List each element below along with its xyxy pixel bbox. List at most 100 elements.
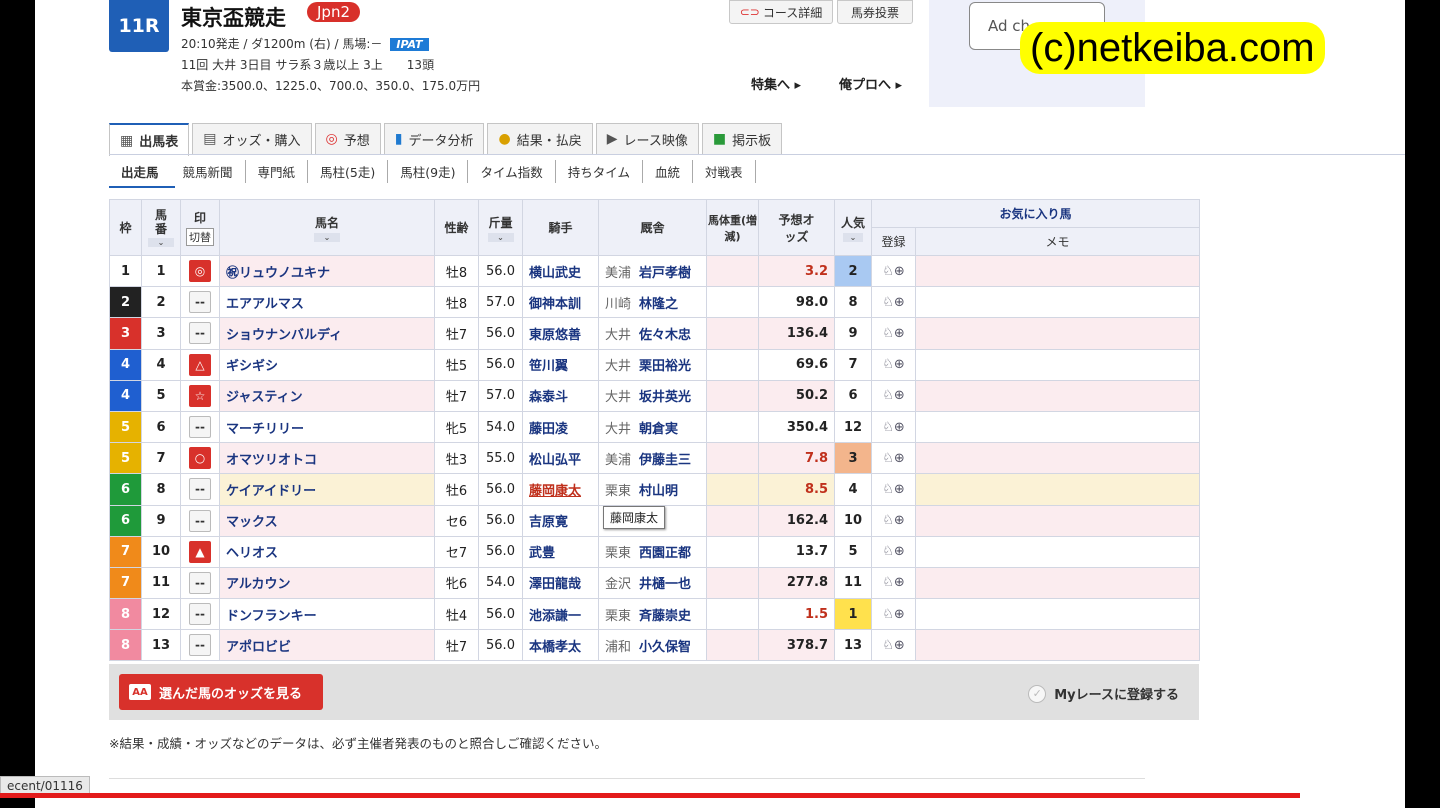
trainer-link[interactable]: 坂井英光 [639, 390, 691, 405]
favorite-add-icon[interactable]: ♘⊕ [871, 348, 916, 381]
horse-name-link[interactable]: マックス [219, 504, 435, 537]
trainer-link[interactable]: 朝倉実 [639, 422, 678, 437]
tab-video[interactable]: ▶ レース映像 [595, 123, 699, 154]
subtab-expert[interactable]: 専門紙 [246, 160, 309, 183]
jockey-link[interactable]: 澤田龍哉 [522, 566, 599, 600]
jockey-link[interactable]: 笹川翼 [522, 348, 599, 381]
horse-name-link[interactable]: オマツリオトコ [219, 442, 435, 475]
horse-name-link[interactable]: ㊗リュウノユキナ [219, 254, 435, 288]
favorite-add-icon[interactable]: ♘⊕ [871, 442, 916, 475]
trainer-link[interactable]: 栗田裕光 [639, 359, 691, 374]
favorite-add-icon[interactable]: ♘⊕ [871, 286, 916, 319]
jockey-link[interactable]: 森泰斗 [522, 379, 599, 412]
memo-cell[interactable] [914, 286, 1201, 319]
horse-name-link[interactable]: アルカウン [219, 566, 435, 600]
favorite-add-icon[interactable]: ♘⊕ [871, 379, 916, 412]
favorite-add-icon[interactable]: ♘⊕ [871, 473, 916, 506]
memo-cell[interactable] [914, 254, 1201, 288]
mark-selector[interactable]: -- [189, 322, 211, 345]
tab-board[interactable]: ■ 掲示板 [701, 123, 783, 154]
memo-cell[interactable] [914, 598, 1201, 631]
video-progress-bar[interactable] [0, 793, 1300, 798]
mark-selector[interactable]: -- [189, 478, 211, 501]
subtab-starters[interactable]: 出走馬 [109, 160, 171, 183]
jockey-link[interactable]: 武豊 [522, 535, 599, 568]
memo-cell[interactable] [914, 379, 1201, 412]
horse-name-link[interactable]: ギシギシ [219, 348, 435, 381]
feature-link[interactable]: 特集へ ▸ [751, 74, 801, 93]
favorite-add-icon[interactable]: ♘⊕ [871, 254, 916, 288]
trainer-link[interactable]: 西園正都 [639, 546, 691, 561]
view-selected-odds-button[interactable]: AA 選んだ馬のオッズを見る [119, 674, 323, 710]
chevron-down-icon[interactable]: ⌄ [843, 232, 863, 242]
favorite-add-icon[interactable]: ♘⊕ [871, 410, 916, 444]
col-popularity[interactable]: 人気 ⌄ [834, 199, 872, 256]
col-umaban[interactable]: 馬番 ⌄ [141, 199, 181, 256]
subtab-newspaper[interactable]: 競馬新聞 [171, 160, 246, 183]
favorite-add-icon[interactable]: ♘⊕ [871, 504, 916, 537]
chevron-down-icon[interactable]: ⌄ [148, 238, 174, 247]
mark-selector[interactable]: -- [189, 509, 211, 532]
memo-cell[interactable] [914, 535, 1201, 568]
subtab-pedigree[interactable]: 血統 [643, 160, 694, 183]
subtab-time-index[interactable]: タイム指数 [468, 160, 556, 183]
memo-cell[interactable] [914, 629, 1201, 662]
subtab-best-time[interactable]: 持ちタイム [556, 160, 644, 183]
tab-odds[interactable]: ▤ オッズ・購入 [192, 123, 312, 154]
trainer-link[interactable]: 斉藤崇史 [639, 609, 691, 624]
jockey-link[interactable]: 本橋孝太 [522, 629, 599, 662]
jockey-link[interactable]: 御神本訓 [522, 286, 599, 319]
horse-name-link[interactable]: アポロビビ [219, 629, 435, 662]
chevron-down-icon[interactable]: ⌄ [487, 232, 514, 242]
horse-name-link[interactable]: ヘリオス [219, 535, 435, 568]
jockey-link[interactable]: 松山弘平 [522, 442, 599, 475]
trainer-link[interactable]: 井樋一也 [639, 577, 691, 592]
mark-selector[interactable]: -- [189, 571, 211, 594]
memo-cell[interactable] [914, 348, 1201, 381]
jockey-link[interactable]: 吉原寛 [522, 504, 599, 537]
trainer-link[interactable]: 伊藤圭三 [639, 453, 691, 468]
horse-name-link[interactable]: マーチリリー [219, 410, 435, 444]
tab-shutuba[interactable]: ▦ 出馬表 [109, 123, 190, 156]
trainer-link[interactable]: 林隆之 [639, 297, 678, 312]
col-name[interactable]: 馬名 ⌄ [219, 199, 435, 256]
mark-selector[interactable]: -- [189, 603, 211, 626]
jockey-link[interactable]: 東原悠善 [522, 317, 599, 350]
jockey-link[interactable]: 藤岡康太 [522, 473, 599, 506]
jockey-link[interactable]: 横山武史 [522, 254, 599, 288]
register-myrace-button[interactable]: ✓ Myレースに登録する [1028, 684, 1179, 703]
mark-selector[interactable]: -- [189, 416, 211, 439]
trainer-link[interactable]: 小久保智 [639, 640, 691, 655]
memo-cell[interactable] [914, 504, 1201, 537]
memo-cell[interactable] [914, 566, 1201, 600]
memo-cell[interactable] [914, 473, 1201, 506]
horse-name-link[interactable]: エアアルマス [219, 286, 435, 319]
mark-selector[interactable]: -- [189, 634, 211, 657]
subtab-past5[interactable]: 馬柱(5走) [308, 160, 389, 183]
tab-result[interactable]: ● 結果・払戻 [487, 123, 593, 154]
subtab-matchup[interactable]: 対戦表 [693, 160, 756, 183]
favorite-add-icon[interactable]: ♘⊕ [871, 598, 916, 631]
col-weight[interactable]: 斤量 ⌄ [478, 199, 523, 256]
memo-cell[interactable] [914, 410, 1201, 444]
mark-selector[interactable]: ○ [189, 447, 211, 470]
pro-link[interactable]: 俺プロへ ▸ [839, 74, 902, 93]
horse-name-link[interactable]: ドンフランキー [219, 598, 435, 631]
ipat-badge[interactable]: IPAT [390, 38, 429, 51]
horse-name-link[interactable]: ジャスティン [219, 379, 435, 412]
memo-cell[interactable] [914, 317, 1201, 350]
bet-button[interactable]: 馬券投票 [837, 0, 913, 24]
trainer-link[interactable]: 岩戸孝樹 [639, 266, 691, 281]
horse-name-link[interactable]: ショウナンバルディ [219, 317, 435, 350]
tab-yoso[interactable]: ◎ 予想 [314, 123, 381, 154]
memo-cell[interactable] [914, 442, 1201, 475]
mark-selector[interactable]: ☆ [189, 384, 211, 407]
mark-selector[interactable]: -- [189, 291, 211, 314]
jockey-link[interactable]: 藤田凌 [522, 410, 599, 444]
course-detail-button[interactable]: ⊂⊃ コース詳細 [729, 0, 833, 24]
favorite-add-icon[interactable]: ♘⊕ [871, 317, 916, 350]
mark-toggle-button[interactable]: 切替 [186, 228, 214, 246]
mark-selector[interactable]: ◎ [189, 260, 211, 283]
mark-selector[interactable]: ▲ [189, 540, 211, 563]
favorite-add-icon[interactable]: ♘⊕ [871, 566, 916, 600]
